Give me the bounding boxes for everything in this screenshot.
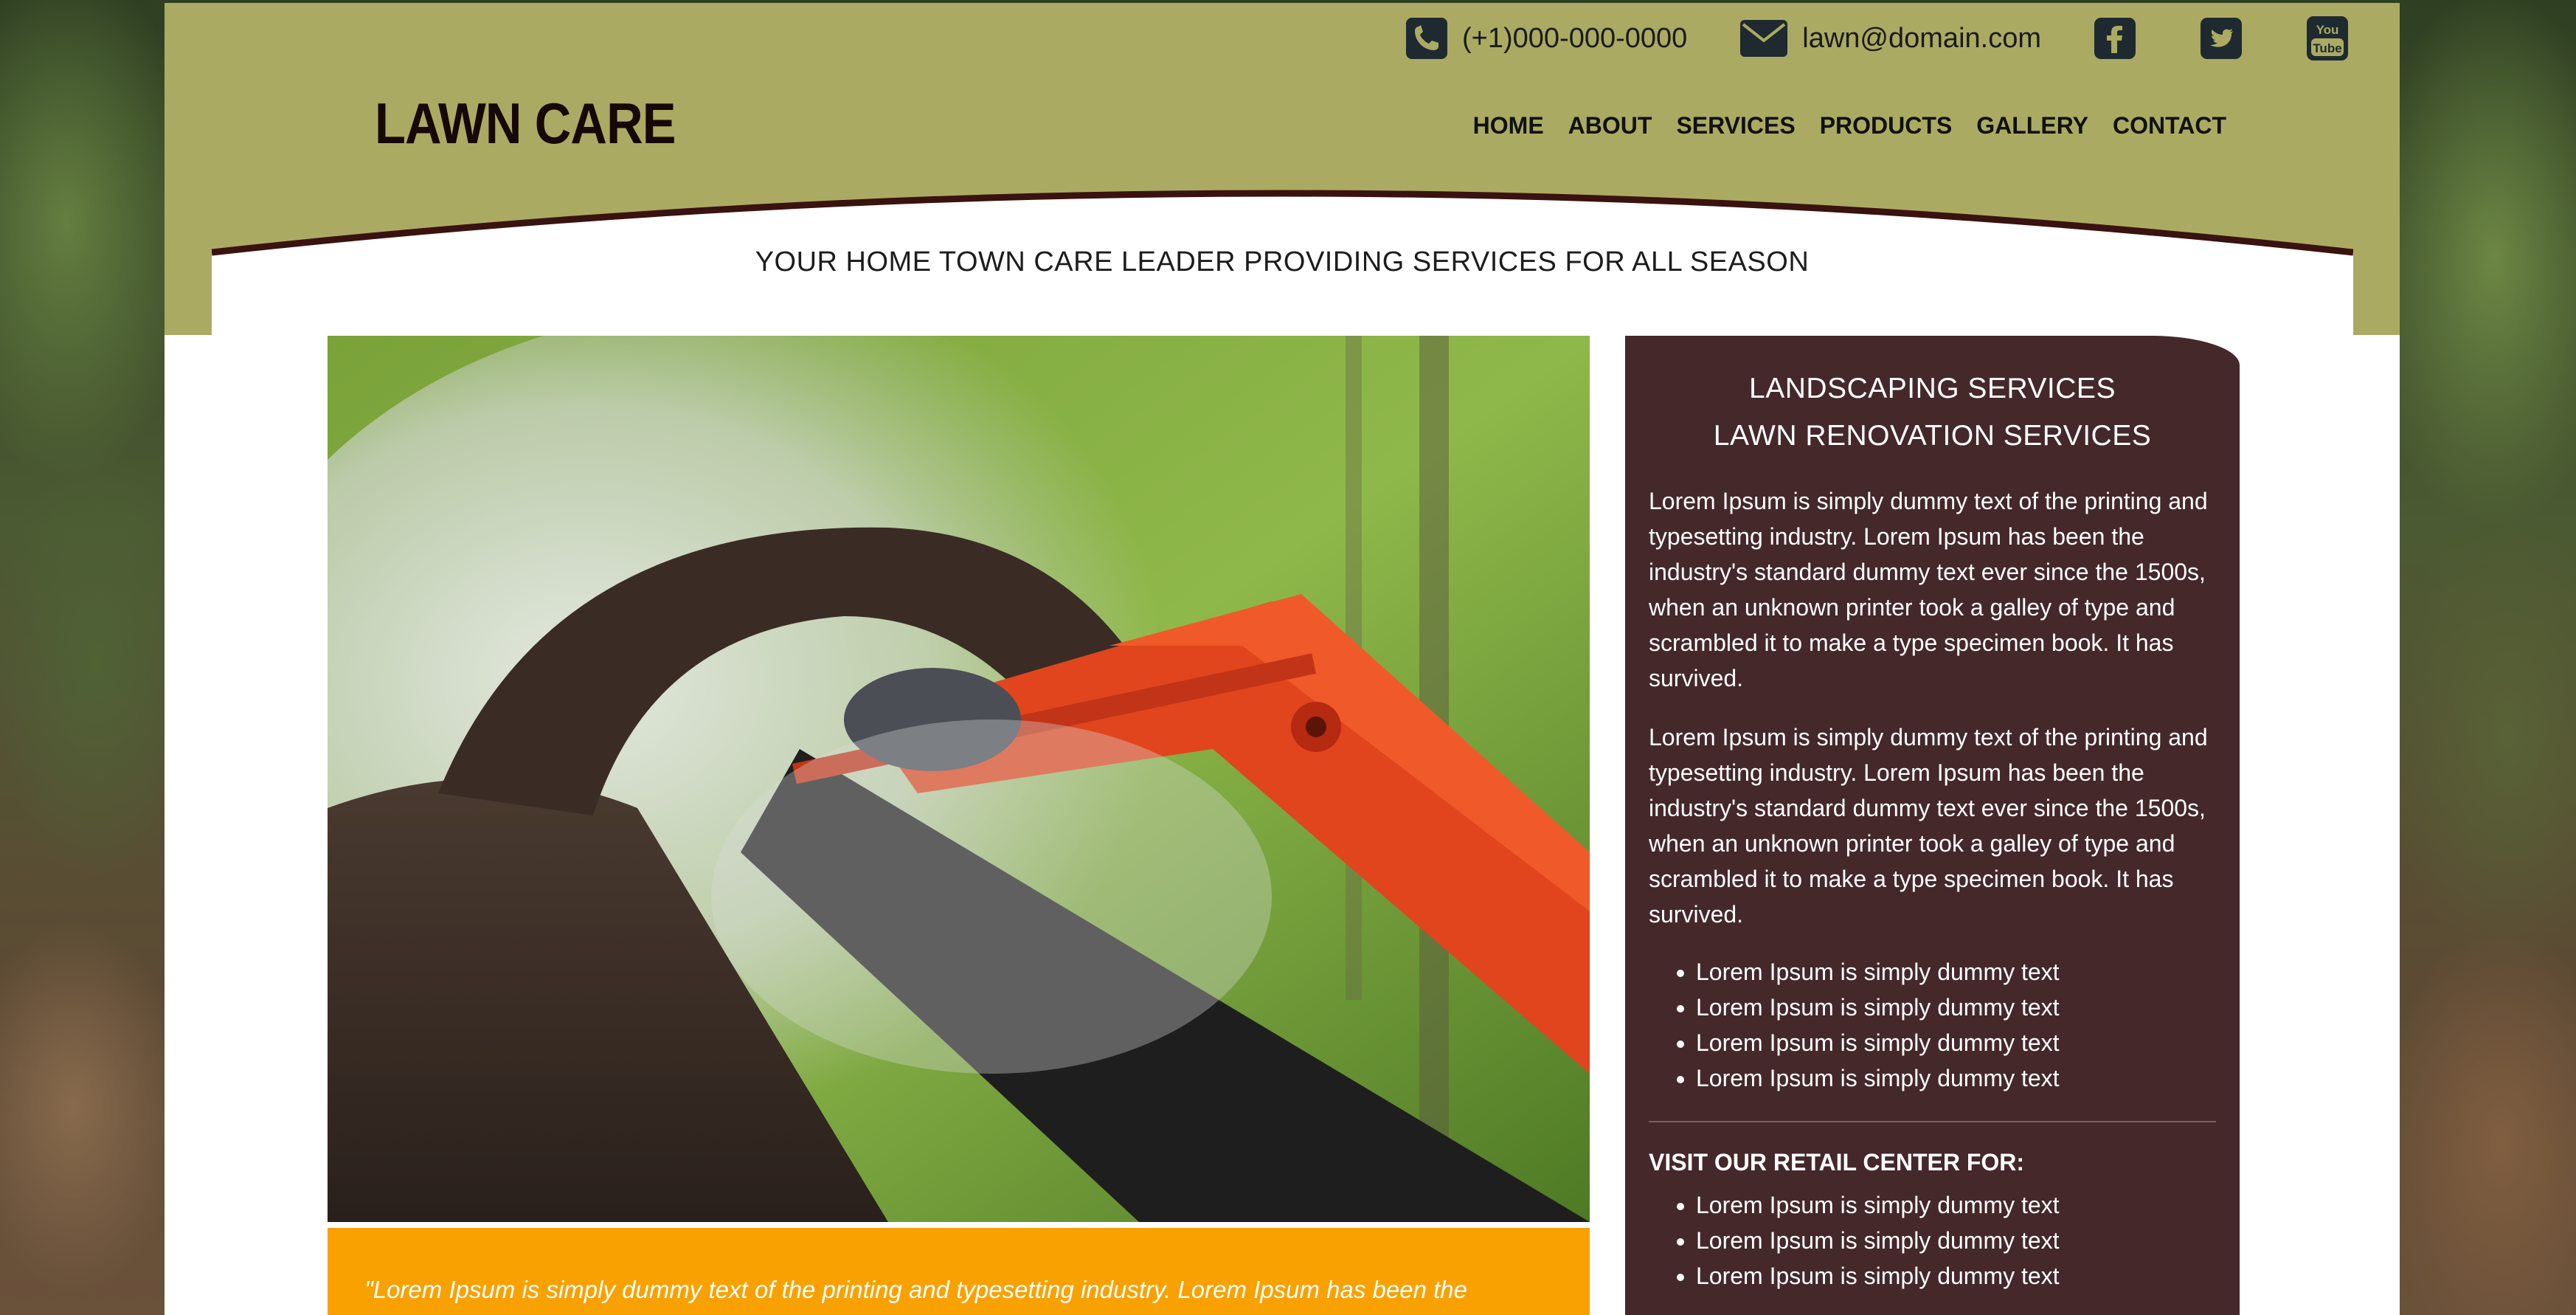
list-item: Lorem Ipsum is simply dummy text	[1696, 1060, 2216, 1096]
twitter-link[interactable]	[2201, 16, 2242, 61]
email-contact[interactable]: lawn@domain.com	[1740, 20, 2041, 57]
list-item: Lorem Ipsum is simply dummy text	[1696, 1258, 2216, 1294]
sidebar-title-landscaping: LANDSCAPING SERVICES	[1749, 373, 2116, 404]
site-logo[interactable]: LAWN CARE	[375, 90, 676, 157]
divider	[1649, 1121, 2216, 1122]
phone-number: (+1)000-000-0000	[1462, 22, 1688, 54]
nav-home[interactable]: HOME	[1473, 112, 1544, 139]
list-item: Lorem Ipsum is simply dummy text	[1696, 1025, 2216, 1060]
twitter-icon	[2201, 18, 2242, 59]
facebook-icon	[2094, 18, 2136, 59]
tagline: YOUR HOME TOWN CARE LEADER PROVIDING SER…	[755, 246, 1810, 277]
nav-contact[interactable]: CONTACT	[2113, 112, 2226, 139]
list-item: Lorem Ipsum is simply dummy text	[1696, 954, 2216, 990]
list-item: Lorem Ipsum is simply dummy text	[1696, 990, 2216, 1025]
list-item: Lorem Ipsum is simply dummy text	[1696, 1187, 2216, 1223]
services-list: Lorem Ipsum is simply dummy text Lorem I…	[1696, 954, 2216, 1096]
sidebar-title-renovation: LAWN RENOVATION SERVICES	[1713, 420, 2152, 452]
svg-text:You: You	[2316, 23, 2339, 37]
nav-services[interactable]: SERVICES	[1676, 112, 1795, 139]
phone-icon	[1406, 18, 1447, 59]
email-address: lawn@domain.com	[1802, 22, 2041, 54]
list-item: Lorem Ipsum is simply dummy text	[1696, 1223, 2216, 1258]
nav-gallery[interactable]: GALLERY	[1976, 112, 2088, 139]
retail-list: Lorem Ipsum is simply dummy text Lorem I…	[1696, 1187, 2216, 1294]
retail-heading: VISIT OUR RETAIL CENTER FOR:	[1649, 1149, 2025, 1176]
compost-machine-illustration	[328, 336, 1590, 1222]
nav-products[interactable]: PRODUCTS	[1820, 112, 1953, 139]
main-nav: HOME ABOUT SERVICES PRODUCTS GALLERY CON…	[1449, 112, 2226, 139]
nav-about[interactable]: ABOUT	[1568, 112, 1652, 139]
sidebar-paragraph: Lorem Ipsum is simply dummy text of the …	[1649, 724, 2208, 928]
sidebar-paragraph: Lorem Ipsum is simply dummy text of the …	[1649, 488, 2208, 691]
phone-contact[interactable]: (+1)000-000-0000	[1406, 18, 1687, 59]
youtube-link[interactable]: You Tube	[2307, 16, 2348, 61]
svg-text:Tube: Tube	[2313, 41, 2341, 55]
top-contact-bar: (+1)000-000-0000 lawn@domain.com You Tub…	[1406, 16, 2348, 61]
facebook-link[interactable]	[2094, 16, 2136, 61]
hero-image	[328, 336, 1590, 1222]
youtube-icon: You Tube	[2307, 16, 2348, 61]
services-sidebar: LANDSCAPING SERVICES LAWN RENOVATION SER…	[1625, 336, 2240, 1315]
social-links: You Tube	[2094, 16, 2348, 61]
page-container: (+1)000-000-0000 lawn@domain.com You Tub…	[165, 3, 2400, 1315]
testimonial-quote: "Lorem Ipsum is simply dummy text of the…	[328, 1228, 1590, 1315]
mail-icon	[1740, 20, 1788, 57]
